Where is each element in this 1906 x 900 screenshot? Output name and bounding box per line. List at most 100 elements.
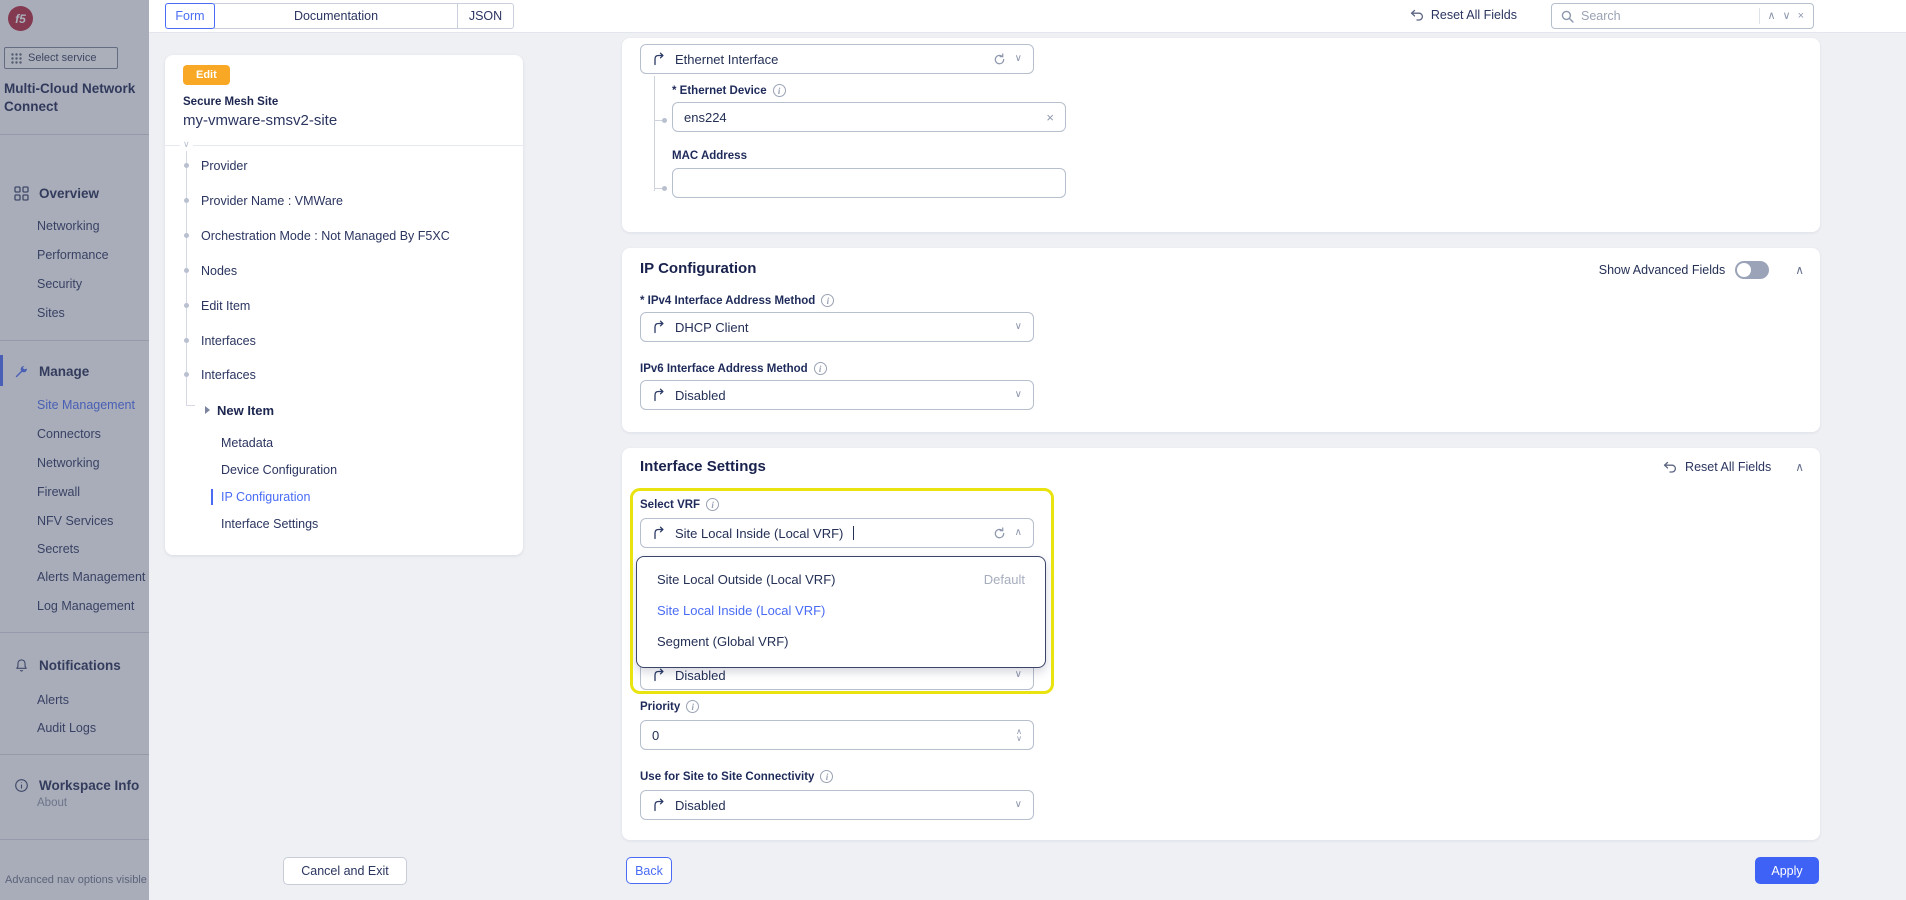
sidebar-item-log-management[interactable]: Log Management bbox=[37, 598, 134, 614]
ethernet-device-input[interactable] bbox=[684, 110, 1038, 125]
sidebar-section-notifications[interactable]: Notifications bbox=[14, 656, 121, 674]
text-cursor bbox=[853, 526, 854, 540]
mac-address-input[interactable] bbox=[684, 176, 1054, 191]
refresh-icon[interactable] bbox=[993, 53, 1006, 66]
section-reset-label[interactable]: Reset All Fields bbox=[1685, 460, 1771, 474]
refresh-icon[interactable] bbox=[993, 527, 1006, 540]
collapse-section-icon[interactable]: ∧ bbox=[1795, 263, 1804, 277]
search-prev-icon[interactable]: ∧ bbox=[1767, 11, 1775, 22]
tab-json[interactable]: JSON bbox=[457, 3, 514, 29]
chevron-down-icon[interactable]: ∨ bbox=[1015, 390, 1022, 400]
vrf-option-site-local-inside[interactable]: Site Local Inside (Local VRF) bbox=[657, 603, 825, 618]
wizard-step-new-item[interactable]: New Item bbox=[205, 402, 274, 418]
site-to-site-select[interactable]: Disabled ∨ bbox=[640, 790, 1034, 820]
priority-input[interactable] bbox=[652, 728, 1008, 743]
select-vrf-combobox[interactable]: Site Local Inside (Local VRF) ∧ bbox=[640, 518, 1034, 548]
search-icon bbox=[1561, 10, 1574, 23]
chevron-down-icon[interactable]: ∨ bbox=[1015, 800, 1022, 810]
collapse-caret-icon[interactable]: ∨ bbox=[180, 139, 193, 150]
select-service-button[interactable]: Select service bbox=[4, 47, 118, 69]
sidebar-item-nfv-services[interactable]: NFV Services bbox=[37, 513, 113, 529]
ipv6-method-select[interactable]: Disabled ∨ bbox=[640, 380, 1034, 410]
sidebar-item-connectors[interactable]: Connectors bbox=[37, 426, 101, 442]
info-tooltip-icon[interactable]: i bbox=[773, 84, 786, 97]
field-connector-dot bbox=[662, 186, 667, 191]
chevron-down-icon[interactable]: ∨ bbox=[1015, 322, 1022, 332]
wizard-substep-device-configuration[interactable]: Device Configuration bbox=[221, 462, 337, 478]
sidebar-divider bbox=[0, 632, 149, 633]
sidebar-item-about[interactable]: About bbox=[37, 795, 67, 811]
wizard-step-provider-name[interactable]: Provider Name : VMWare bbox=[201, 193, 343, 209]
active-section-indicator bbox=[0, 355, 3, 386]
sidebar-item-alerts[interactable]: Alerts bbox=[37, 692, 69, 708]
wizard-substep-interface-settings[interactable]: Interface Settings bbox=[221, 516, 318, 532]
branch-select-icon bbox=[652, 320, 666, 334]
tab-documentation[interactable]: Documentation bbox=[214, 3, 458, 29]
sidebar-item-audit-logs[interactable]: Audit Logs bbox=[37, 720, 96, 736]
wizard-step-orchestration-mode[interactable]: Orchestration Mode : Not Managed By F5XC bbox=[201, 228, 450, 244]
info-tooltip-icon[interactable]: i bbox=[814, 362, 827, 375]
chevron-down-icon[interactable]: ∨ bbox=[1015, 54, 1022, 64]
sidebar-section-manage[interactable]: Manage bbox=[14, 362, 89, 380]
reset-all-fields-button[interactable]: Reset All Fields bbox=[1410, 8, 1517, 22]
sidebar-item-firewall[interactable]: Firewall bbox=[37, 484, 80, 500]
info-tooltip-icon[interactable]: i bbox=[686, 700, 699, 713]
info-tooltip-icon[interactable]: i bbox=[821, 294, 834, 307]
ethernet-device-field[interactable]: × bbox=[672, 102, 1066, 132]
section-label: Notifications bbox=[39, 658, 121, 673]
sidebar-item-site-management[interactable]: Site Management bbox=[37, 397, 135, 413]
view-tabs: Form Documentation JSON bbox=[165, 3, 514, 29]
sidebar-item-alerts-management[interactable]: Alerts Management bbox=[37, 569, 145, 585]
sidebar-item-networking[interactable]: Networking bbox=[37, 218, 100, 234]
search-box[interactable]: ∧ ∨ × bbox=[1551, 3, 1814, 29]
wizard-step-nodes[interactable]: Nodes bbox=[201, 263, 237, 279]
apply-button[interactable]: Apply bbox=[1755, 857, 1819, 884]
tree-bullet bbox=[184, 338, 189, 343]
f5-logo[interactable]: f5 bbox=[8, 6, 33, 31]
priority-field[interactable]: ∧∨ bbox=[640, 720, 1034, 750]
wizard-step-edit-item[interactable]: Edit Item bbox=[201, 298, 250, 314]
sidebar-section-overview[interactable]: Overview bbox=[14, 184, 99, 202]
info-tooltip-icon[interactable]: i bbox=[820, 770, 833, 783]
search-input[interactable] bbox=[1581, 9, 1752, 23]
sidebar-item-secrets[interactable]: Secrets bbox=[37, 541, 79, 557]
vrf-option-segment[interactable]: Segment (Global VRF) bbox=[657, 634, 789, 649]
wizard-nav-card: Edit Secure Mesh Site my-vmware-smsv2-si… bbox=[165, 55, 523, 555]
sidebar-item-security[interactable]: Security bbox=[37, 276, 82, 292]
branch-select-icon bbox=[652, 798, 666, 812]
wizard-step-interfaces-2[interactable]: Interfaces bbox=[201, 367, 256, 383]
sidebar-item-networking-manage[interactable]: Networking bbox=[37, 455, 100, 471]
clear-field-icon[interactable]: × bbox=[1046, 111, 1054, 124]
cancel-and-exit-button[interactable]: Cancel and Exit bbox=[283, 857, 407, 885]
info-tooltip-icon[interactable]: i bbox=[706, 498, 719, 511]
priority-label: Priority i bbox=[640, 700, 699, 713]
vrf-option-site-local-outside[interactable]: Site Local Outside (Local VRF) bbox=[657, 572, 835, 587]
mac-address-field[interactable] bbox=[672, 168, 1066, 198]
ipv4-method-select[interactable]: DHCP Client ∨ bbox=[640, 312, 1034, 342]
tab-form[interactable]: Form bbox=[165, 3, 215, 29]
sidebar-section-workspace-info[interactable]: Workspace Info bbox=[14, 776, 139, 794]
number-stepper[interactable]: ∧∨ bbox=[1016, 728, 1022, 742]
form-top-bar: Form Documentation JSON Reset All Fields… bbox=[149, 0, 1906, 33]
search-close-icon[interactable]: × bbox=[1798, 11, 1804, 22]
wizard-substep-metadata[interactable]: Metadata bbox=[221, 435, 273, 451]
vrf-options-dropdown: Site Local Outside (Local VRF) Default S… bbox=[636, 556, 1046, 668]
sidebar-item-sites[interactable]: Sites bbox=[37, 305, 65, 321]
search-next-icon[interactable]: ∨ bbox=[1783, 11, 1791, 22]
mac-address-label: MAC Address bbox=[672, 150, 747, 162]
sidebar-item-performance[interactable]: Performance bbox=[37, 247, 109, 263]
wizard-step-interfaces-1[interactable]: Interfaces bbox=[201, 333, 256, 349]
sidebar-divider bbox=[0, 754, 149, 755]
tree-connector-line bbox=[186, 151, 187, 403]
ethernet-interface-select[interactable]: Ethernet Interface ∨ bbox=[640, 44, 1034, 74]
advanced-fields-toggle[interactable] bbox=[1735, 261, 1769, 279]
wizard-substep-ip-configuration[interactable]: IP Configuration bbox=[211, 489, 310, 505]
collapse-section-icon[interactable]: ∧ bbox=[1795, 460, 1804, 474]
chevron-up-icon[interactable]: ∧ bbox=[1015, 528, 1022, 538]
sidebar-divider bbox=[0, 839, 149, 840]
wizard-step-provider[interactable]: Provider bbox=[201, 158, 248, 174]
chevron-down-icon[interactable]: ∨ bbox=[1015, 670, 1022, 680]
interface-settings-title: Interface Settings bbox=[640, 458, 766, 475]
back-button[interactable]: Back bbox=[626, 857, 672, 884]
expand-triangle-icon bbox=[205, 406, 210, 414]
